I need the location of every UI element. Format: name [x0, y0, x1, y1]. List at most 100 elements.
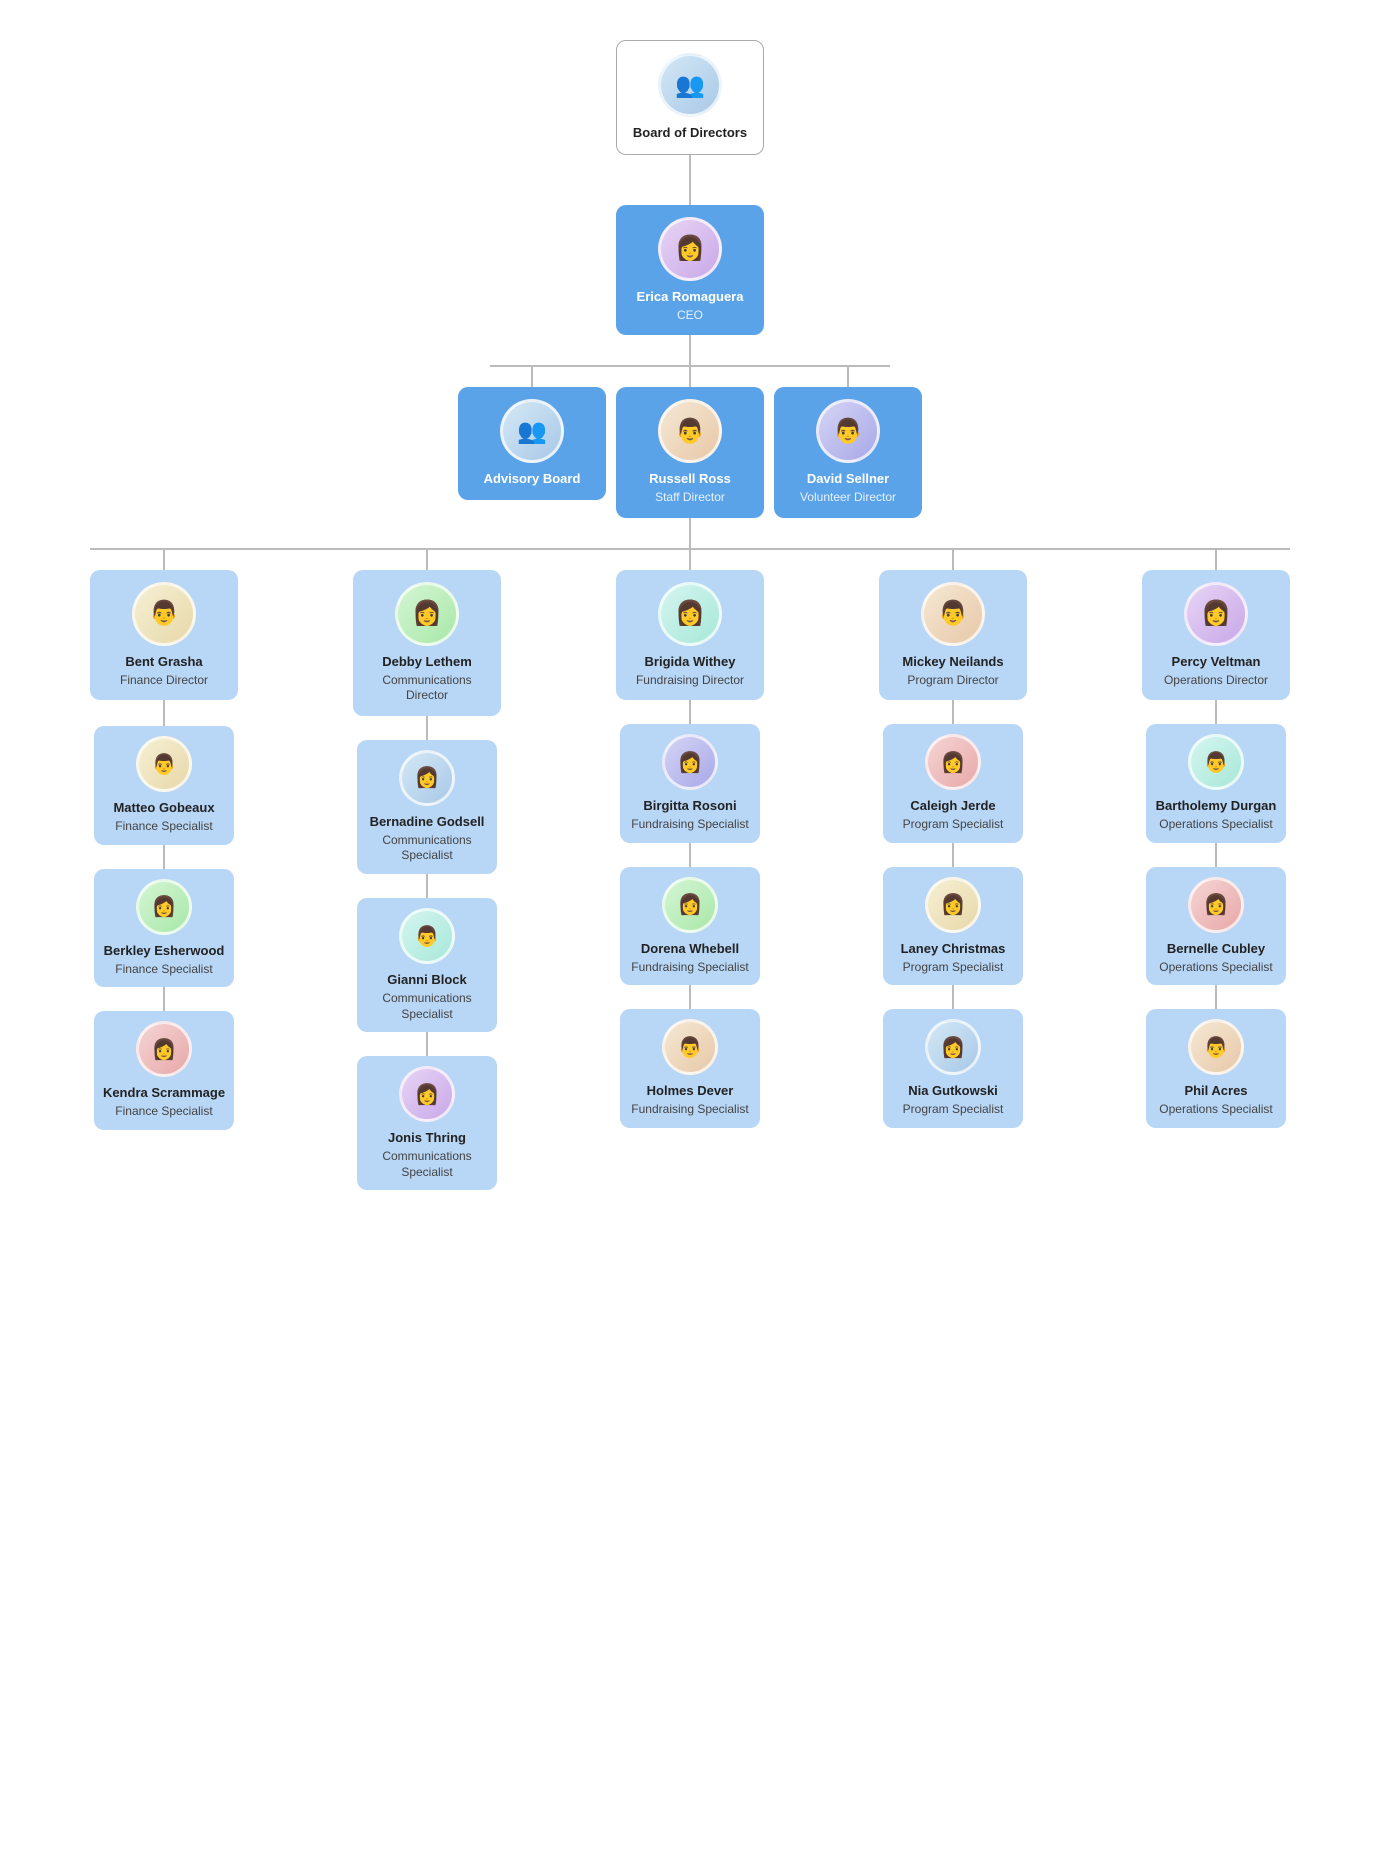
name-dorena: Dorena Whebell — [641, 941, 739, 958]
avatar-ceo: 👩 — [658, 217, 722, 281]
title-caleigh: Program Specialist — [903, 817, 1004, 833]
name-nia: Nia Gutkowski — [908, 1083, 998, 1100]
node-percy[interactable]: 👩 Percy Veltman Operations Director — [1142, 570, 1290, 700]
avatar-caleigh: 👩 — [925, 734, 981, 790]
avatar-russell: 👨 — [658, 399, 722, 463]
avatar-kendra: 👩 — [136, 1021, 192, 1077]
name-ceo: Erica Romaguera — [637, 289, 744, 306]
node-nia[interactable]: 👩 Nia Gutkowski Program Specialist — [883, 1009, 1023, 1127]
avatar-board: 👥 — [658, 53, 722, 117]
title-gianni: Communications Specialist — [365, 991, 489, 1022]
title-laney: Program Specialist — [903, 960, 1004, 976]
name-phil: Phil Acres — [1184, 1083, 1247, 1100]
node-russell[interactable]: 👨 Russell Ross Staff Director — [616, 387, 764, 517]
col-percy: 👩 Percy Veltman Operations Director 👨 Ba… — [1142, 550, 1290, 1128]
col-brigida: 👩 Brigida Withey Fundraising Director 👩 … — [616, 550, 764, 1128]
name-kendra: Kendra Scrammage — [103, 1085, 225, 1102]
name-advisory: Advisory Board — [484, 471, 581, 488]
avatar-debby: 👩 — [395, 582, 459, 646]
avatar-berkley: 👩 — [136, 879, 192, 935]
title-matteo: Finance Specialist — [115, 819, 212, 835]
node-advisory[interactable]: 👥 Advisory Board — [458, 387, 606, 500]
title-debby: Communications Director — [363, 673, 491, 704]
name-birgitta: Birgitta Rosoni — [643, 798, 736, 815]
avatar-david: 👨 — [816, 399, 880, 463]
name-bent: Bent Grasha — [125, 654, 202, 671]
col-bent: 👨 Bent Grasha Finance Director 👨 Matteo … — [90, 550, 238, 1130]
avatar-nia: 👩 — [925, 1019, 981, 1075]
node-berkley[interactable]: 👩 Berkley Esherwood Finance Specialist — [94, 869, 234, 987]
title-kendra: Finance Specialist — [115, 1104, 212, 1120]
avatar-bent: 👨 — [132, 582, 196, 646]
title-bernelle: Operations Specialist — [1159, 960, 1272, 976]
name-bernadine: Bernadine Godsell — [370, 814, 485, 831]
avatar-advisory: 👥 — [500, 399, 564, 463]
title-berkley: Finance Specialist — [115, 962, 212, 978]
title-david: Volunteer Director — [800, 490, 896, 506]
node-caleigh[interactable]: 👩 Caleigh Jerde Program Specialist — [883, 724, 1023, 842]
avatar-phil: 👨 — [1188, 1019, 1244, 1075]
avatar-matteo: 👨 — [136, 736, 192, 792]
node-jonis[interactable]: 👩 Jonis Thring Communications Specialist — [357, 1056, 497, 1190]
title-bartholemy: Operations Specialist — [1159, 817, 1272, 833]
title-nia: Program Specialist — [903, 1102, 1004, 1118]
name-board: Board of Directors — [633, 125, 747, 142]
name-laney: Laney Christmas — [901, 941, 1006, 958]
node-dorena[interactable]: 👩 Dorena Whebell Fundraising Specialist — [620, 867, 760, 985]
col-debby: 👩 Debby Lethem Communications Director 👩… — [353, 550, 501, 1190]
avatar-bernadine: 👩 — [399, 750, 455, 806]
avatar-brigida: 👩 — [658, 582, 722, 646]
node-board[interactable]: 👥 Board of Directors — [616, 40, 764, 155]
node-ceo[interactable]: 👩 Erica Romaguera CEO — [616, 205, 764, 335]
title-percy: Operations Director — [1164, 673, 1268, 689]
title-birgitta: Fundraising Specialist — [631, 817, 748, 833]
name-caleigh: Caleigh Jerde — [910, 798, 995, 815]
node-brigida[interactable]: 👩 Brigida Withey Fundraising Director — [616, 570, 764, 700]
title-holmes: Fundraising Specialist — [631, 1102, 748, 1118]
node-debby[interactable]: 👩 Debby Lethem Communications Director — [353, 570, 501, 716]
node-laney[interactable]: 👩 Laney Christmas Program Specialist — [883, 867, 1023, 985]
avatar-gianni: 👨 — [399, 908, 455, 964]
name-david: David Sellner — [807, 471, 889, 488]
name-berkley: Berkley Esherwood — [104, 943, 225, 960]
name-bernelle: Bernelle Cubley — [1167, 941, 1265, 958]
name-jonis: Jonis Thring — [388, 1130, 466, 1147]
node-kendra[interactable]: 👩 Kendra Scrammage Finance Specialist — [94, 1011, 234, 1129]
name-debby: Debby Lethem — [382, 654, 472, 671]
name-holmes: Holmes Dever — [647, 1083, 734, 1100]
node-birgitta[interactable]: 👩 Birgitta Rosoni Fundraising Specialist — [620, 724, 760, 842]
title-brigida: Fundraising Director — [636, 673, 744, 689]
col-mickey: 👨 Mickey Neilands Program Director 👩 Cal… — [879, 550, 1027, 1128]
name-matteo: Matteo Gobeaux — [113, 800, 214, 817]
name-mickey: Mickey Neilands — [902, 654, 1003, 671]
node-bernelle[interactable]: 👩 Bernelle Cubley Operations Specialist — [1146, 867, 1286, 985]
node-holmes[interactable]: 👨 Holmes Dever Fundraising Specialist — [620, 1009, 760, 1127]
title-phil: Operations Specialist — [1159, 1102, 1272, 1118]
name-gianni: Gianni Block — [387, 972, 466, 989]
name-russell: Russell Ross — [649, 471, 731, 488]
node-david[interactable]: 👨 David Sellner Volunteer Director — [774, 387, 922, 517]
name-bartholemy: Bartholemy Durgan — [1156, 798, 1277, 815]
node-bernadine[interactable]: 👩 Bernadine Godsell Communications Speci… — [357, 740, 497, 874]
node-bent[interactable]: 👨 Bent Grasha Finance Director — [90, 570, 238, 700]
avatar-bernelle: 👩 — [1188, 877, 1244, 933]
avatar-laney: 👩 — [925, 877, 981, 933]
node-gianni[interactable]: 👨 Gianni Block Communications Specialist — [357, 898, 497, 1032]
title-bernadine: Communications Specialist — [365, 833, 489, 864]
avatar-holmes: 👨 — [662, 1019, 718, 1075]
title-jonis: Communications Specialist — [365, 1149, 489, 1180]
avatar-dorena: 👩 — [662, 877, 718, 933]
avatar-jonis: 👩 — [399, 1066, 455, 1122]
title-mickey: Program Director — [907, 673, 998, 689]
title-russell: Staff Director — [655, 490, 725, 506]
node-matteo[interactable]: 👨 Matteo Gobeaux Finance Specialist — [94, 726, 234, 844]
connector-board-ceo — [689, 155, 691, 205]
name-brigida: Brigida Withey — [645, 654, 736, 671]
avatar-birgitta: 👩 — [662, 734, 718, 790]
avatar-bartholemy: 👨 — [1188, 734, 1244, 790]
node-mickey[interactable]: 👨 Mickey Neilands Program Director — [879, 570, 1027, 700]
title-bent: Finance Director — [120, 673, 208, 689]
node-phil[interactable]: 👨 Phil Acres Operations Specialist — [1146, 1009, 1286, 1127]
node-bartholemy[interactable]: 👨 Bartholemy Durgan Operations Specialis… — [1146, 724, 1286, 842]
title-dorena: Fundraising Specialist — [631, 960, 748, 976]
